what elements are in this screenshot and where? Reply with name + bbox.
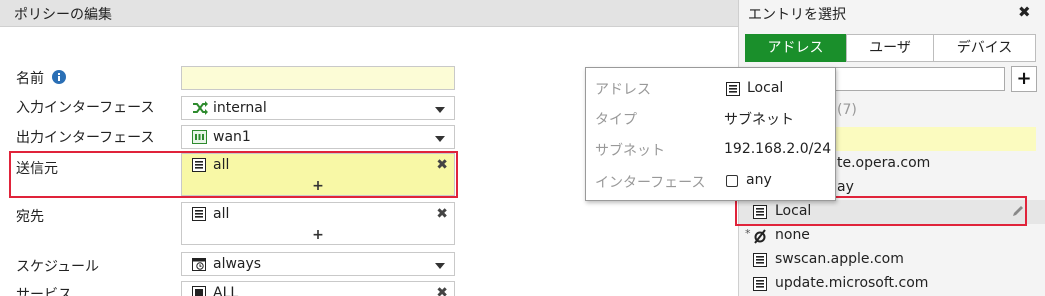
tooltip-address-label: アドレス bbox=[595, 82, 651, 98]
list-item-none[interactable]: * none bbox=[739, 224, 1045, 248]
name-input[interactable] bbox=[181, 66, 455, 90]
select-entries-title: エントリを選択 bbox=[748, 7, 846, 23]
destination-field[interactable]: all ✖ + bbox=[181, 202, 455, 245]
address-icon bbox=[753, 253, 767, 271]
source-label: 送信元 bbox=[16, 161, 58, 177]
chevron-down-icon bbox=[435, 107, 445, 113]
add-source-button[interactable]: + bbox=[182, 178, 454, 194]
address-icon bbox=[192, 207, 206, 225]
info-icon[interactable] bbox=[52, 70, 66, 88]
tab-user[interactable]: ユーザ bbox=[846, 34, 934, 62]
schedule-label: スケジュール bbox=[16, 259, 100, 275]
wan-port-icon bbox=[192, 130, 207, 148]
tooltip-interface-value: any bbox=[746, 172, 772, 188]
add-destination-button[interactable]: + bbox=[182, 227, 454, 243]
name-label: 名前 bbox=[16, 71, 44, 87]
interface-checkbox-icon bbox=[726, 175, 738, 187]
add-entry-button[interactable]: + bbox=[1011, 66, 1037, 92]
remove-destination-icon[interactable]: ✖ bbox=[436, 206, 448, 222]
service-label: サービス bbox=[16, 287, 72, 296]
tooltip-subnet-value: 192.168.2.0/24 bbox=[724, 141, 832, 157]
schedule-select[interactable]: always bbox=[181, 252, 455, 276]
page-title: ポリシーの編集 bbox=[14, 7, 112, 23]
address-count: (7) bbox=[837, 102, 857, 118]
outgoing-interface-label: 出力インターフェース bbox=[16, 130, 155, 146]
incoming-interface-select[interactable]: internal bbox=[181, 96, 455, 120]
chevron-down-icon bbox=[435, 136, 445, 142]
destination-value: all bbox=[213, 206, 230, 222]
tooltip-subnet-label: サブネット bbox=[595, 143, 665, 159]
outgoing-interface-value: wan1 bbox=[213, 129, 251, 145]
address-icon bbox=[192, 158, 206, 176]
default-marker: * bbox=[745, 227, 751, 240]
list-item-partial[interactable]: te.opera.com bbox=[837, 155, 930, 171]
tab-device[interactable]: デバイス bbox=[933, 34, 1036, 62]
source-field[interactable]: all ✖ + bbox=[181, 153, 455, 196]
tooltip-address-value: Local bbox=[747, 80, 784, 96]
source-value: all bbox=[213, 157, 230, 173]
tooltip-type-value: サブネット bbox=[724, 112, 794, 128]
close-icon[interactable]: ✖ bbox=[1018, 3, 1031, 21]
schedule-value: always bbox=[213, 256, 262, 272]
incoming-interface-label: 入力インターフェース bbox=[16, 100, 155, 116]
service-field[interactable]: ALL ✖ bbox=[181, 281, 455, 296]
address-icon bbox=[726, 82, 740, 100]
service-value: ALL bbox=[213, 285, 239, 296]
tooltip-interface-label: インターフェース bbox=[595, 175, 706, 191]
list-item-update-microsoft[interactable]: update.microsoft.com bbox=[739, 272, 1045, 296]
incoming-interface-value: internal bbox=[213, 100, 267, 116]
list-item-partial[interactable]: ay bbox=[837, 179, 854, 195]
shuffle-icon bbox=[192, 101, 208, 119]
destination-label: 宛先 bbox=[16, 209, 44, 225]
outgoing-interface-select[interactable]: wan1 bbox=[181, 125, 455, 149]
edit-policy-header: ポリシーの編集 bbox=[0, 0, 738, 27]
remove-service-icon[interactable]: ✖ bbox=[436, 285, 448, 296]
calendar-clock-icon bbox=[192, 257, 206, 275]
tab-address[interactable]: アドレス bbox=[745, 34, 846, 62]
remove-source-icon[interactable]: ✖ bbox=[436, 157, 448, 173]
none-icon bbox=[753, 229, 767, 248]
service-icon bbox=[192, 286, 206, 296]
list-item-swscan[interactable]: swscan.apple.com bbox=[739, 248, 1045, 272]
chevron-down-icon bbox=[435, 263, 445, 269]
tooltip-type-label: タイプ bbox=[595, 112, 637, 128]
address-icon bbox=[753, 277, 767, 295]
address-tooltip: アドレス Local タイプ サブネット サブネット 192.168.2.0/2… bbox=[585, 67, 836, 201]
